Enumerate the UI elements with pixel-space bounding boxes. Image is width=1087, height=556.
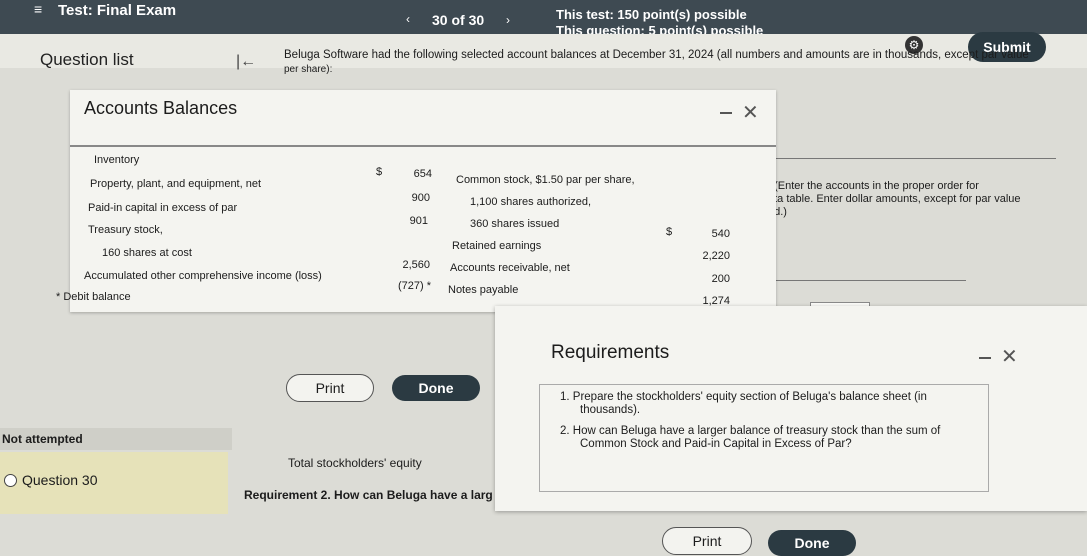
account-label: Notes payable (448, 284, 519, 296)
instruction-line: ed.) (768, 206, 787, 218)
requirement-item: 2. How can Beluga have a larger balance … (560, 425, 941, 437)
account-value: 654 (413, 168, 432, 180)
instruction-line: ata table. Enter dollar amounts, except … (768, 193, 1021, 205)
question-counter: 30 of 30 (432, 12, 485, 28)
account-value: 900 (411, 192, 430, 204)
account-label: Inventory (94, 154, 140, 166)
currency-symbol: $ (376, 166, 383, 178)
done-button[interactable]: Done (392, 375, 480, 401)
test-title: Test: Final Exam (58, 2, 177, 19)
account-label: Accounts receivable, net (450, 262, 570, 274)
collapse-icon[interactable]: |← (236, 53, 256, 71)
account-value: 2,560 (402, 259, 430, 271)
account-label: Retained earnings (452, 240, 542, 252)
minimize-icon[interactable] (720, 112, 732, 114)
table-top-rule (70, 145, 776, 147)
account-value: 901 (409, 215, 428, 227)
question-list-item-label: Question 30 (22, 472, 98, 488)
account-label: 1,100 shares authorized, (470, 196, 592, 208)
divider (776, 280, 966, 281)
modal-title: Requirements (551, 342, 670, 363)
account-label: 360 shares issued (470, 218, 560, 230)
divider (776, 158, 1056, 159)
account-value: 2,220 (702, 250, 730, 262)
next-question-icon[interactable]: › (506, 13, 510, 27)
account-value: 200 (711, 273, 730, 285)
account-label: 160 shares at cost (102, 247, 192, 259)
close-icon[interactable]: ✕ (742, 100, 759, 125)
requirement-2-prompt-text: Requirement 2. How can Beluga have a lar… (244, 488, 493, 502)
requirements-list: 1. Prepare the stockholders' equity sect… (539, 384, 989, 492)
minimize-icon[interactable] (979, 357, 991, 359)
account-value: (727) * (398, 280, 432, 292)
account-label: Common stock, $1.50 par per share, (456, 174, 635, 186)
close-icon[interactable]: ✕ (1001, 344, 1018, 369)
question-text-main: Beluga Software had the following select… (284, 49, 1029, 61)
menu-icon[interactable]: ≡ (34, 1, 42, 17)
requirement-2-prompt: Requirement 2. How can Beluga have a lar… (244, 488, 493, 502)
top-bar: ≡ Test: Final Exam ‹ 30 of 30 › This tes… (0, 0, 1087, 38)
question-list-item[interactable]: Question 30 (0, 452, 228, 514)
question-text-tail: per share): (284, 64, 333, 75)
question-text: Beluga Software had the following select… (284, 48, 1044, 77)
accounts-balances-modal: Accounts Balances ✕ Inventory $ 654 Prop… (56, 90, 776, 312)
instructions-text: . (Enter the accounts in the proper orde… (768, 180, 1068, 219)
status-circle-icon (4, 474, 17, 487)
requirement-item: Common Stock and Paid-in Capital in Exce… (580, 438, 852, 450)
total-equity-label: Total stockholders' equity (288, 456, 422, 470)
question-list-label[interactable]: Question list (40, 50, 134, 70)
currency-symbol: $ (666, 226, 673, 238)
done-button[interactable]: Done (768, 530, 856, 556)
print-button[interactable]: Print (662, 527, 752, 555)
requirements-modal: Requirements ✕ 1. Prepare the stockholde… (495, 306, 1087, 511)
modal-title: Accounts Balances (84, 98, 238, 118)
print-button[interactable]: Print (286, 374, 374, 402)
account-value: 540 (711, 228, 730, 240)
test-points: This test: 150 point(s) possible (556, 7, 747, 22)
prev-question-icon[interactable]: ‹ (406, 12, 410, 26)
account-label: Accumulated other comprehensive income (… (84, 270, 322, 282)
not-attempted-header: Not attempted (0, 428, 232, 450)
account-label: Property, plant, and equipment, net (90, 178, 262, 190)
requirement-item: 1. Prepare the stockholders' equity sect… (560, 391, 927, 403)
account-label: Paid-in capital in excess of par (88, 202, 238, 214)
instruction-line: . (Enter the accounts in the proper orde… (768, 180, 979, 192)
requirement-item: thousands). (580, 404, 641, 416)
account-label: Treasury stock, (88, 224, 163, 236)
footnote: * Debit balance (56, 291, 131, 303)
